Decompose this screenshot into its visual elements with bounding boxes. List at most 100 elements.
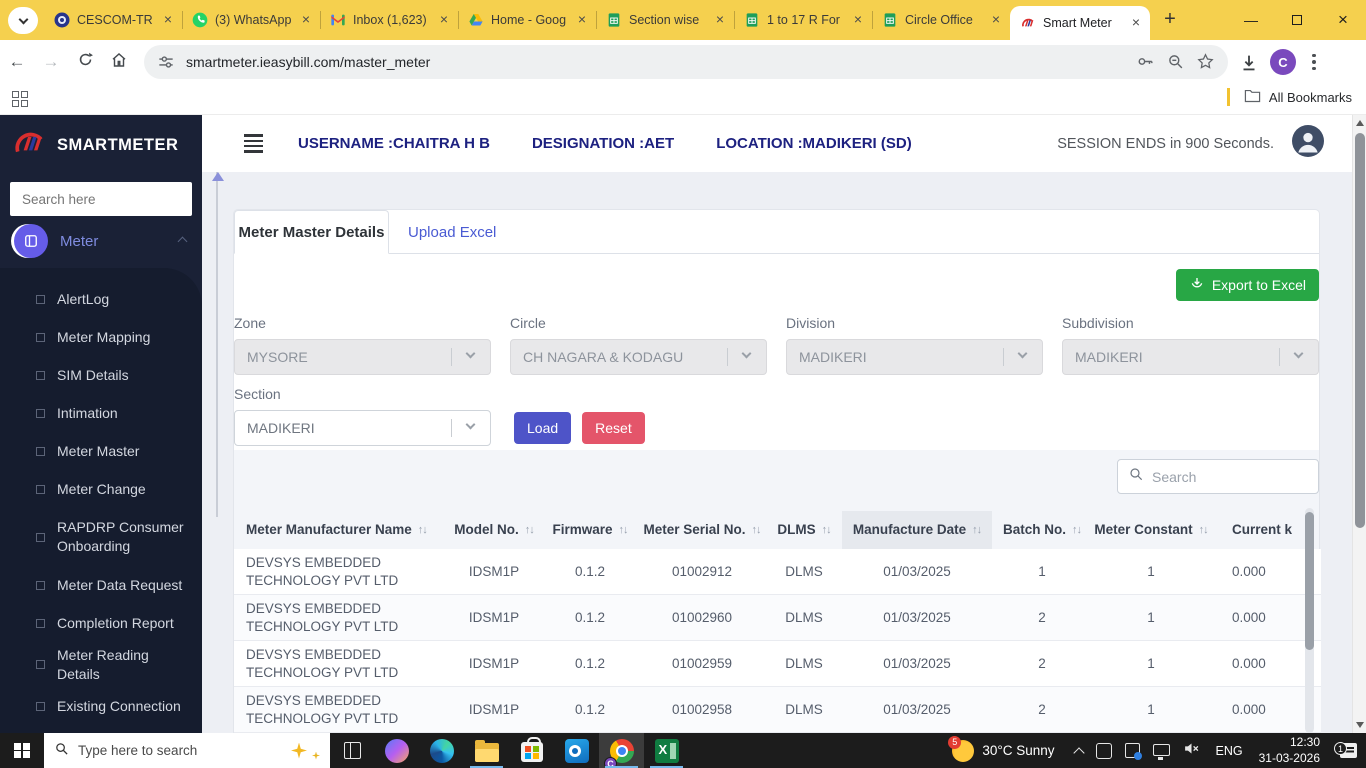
taskbar-search-box[interactable]: Type here to search <box>44 733 330 768</box>
device-icon[interactable] <box>1095 742 1112 759</box>
zone-select[interactable]: MYSORE <box>234 339 491 375</box>
sidebar-item-existing-connection[interactable]: Existing Connection <box>0 688 202 726</box>
taskbar-file-explorer[interactable] <box>464 733 509 768</box>
page-scrollbar[interactable] <box>1352 115 1366 733</box>
circle-select[interactable]: CH NAGARA & KODAGU <box>510 339 767 375</box>
bookmark-star-icon[interactable] <box>1196 52 1216 72</box>
column-header[interactable]: Manufacture Date ↑↓ <box>842 511 992 549</box>
column-header[interactable]: Meter Constant ↑↓ <box>1092 511 1210 549</box>
division-select[interactable]: MADIKERI <box>786 339 1043 375</box>
taskbar-outlook[interactable] <box>554 733 599 768</box>
browser-tab-smart-meter-active[interactable]: Smart Meter × <box>1010 6 1150 40</box>
tab-close-icon[interactable]: × <box>988 12 1004 28</box>
taskbar-copilot[interactable] <box>374 733 419 768</box>
maximize-button[interactable] <box>1274 12 1320 28</box>
sidebar-item-rapdrp-consumer-onboarding[interactable]: RAPDRP Consumer Onboarding <box>0 508 202 566</box>
file-explorer-icon <box>474 739 499 762</box>
address-bar[interactable]: smartmeter.ieasybill.com/master_meter <box>144 45 1228 79</box>
site-settings-icon[interactable] <box>156 52 176 72</box>
table-search-box[interactable] <box>1117 459 1333 494</box>
tab-close-icon[interactable]: × <box>160 12 176 28</box>
tab-search-button[interactable] <box>8 7 38 34</box>
network-icon[interactable] <box>1152 743 1170 760</box>
apps-grid-icon[interactable] <box>12 91 28 107</box>
sidebar-item-non-rapdrp-existing[interactable]: Non RAPDRP Existing <box>0 726 202 733</box>
home-button[interactable] <box>102 51 136 74</box>
tray-expand-icon[interactable] <box>1072 746 1085 759</box>
sidebar-item-meter-mapping[interactable]: Meter Mapping <box>0 318 202 356</box>
back-button[interactable]: ← <box>0 52 34 72</box>
reset-button[interactable]: Reset <box>582 412 645 444</box>
minimize-button[interactable]: — <box>1228 12 1274 28</box>
tab-upload-excel[interactable]: Upload Excel <box>408 210 496 254</box>
tab-close-icon[interactable]: × <box>436 12 452 28</box>
taskbar-excel[interactable] <box>644 733 689 768</box>
tab-close-icon[interactable]: × <box>574 12 590 28</box>
sidebar-item-intimation[interactable]: Intimation <box>0 394 202 432</box>
store-icon <box>520 736 543 762</box>
section-select[interactable]: MADIKERI <box>234 410 491 446</box>
hamburger-menu-icon[interactable] <box>244 134 263 153</box>
subdivision-select[interactable]: MADIKERI <box>1062 339 1319 375</box>
taskbar-chrome[interactable]: C <box>599 733 644 768</box>
column-header[interactable]: DLMS ↑↓ <box>766 511 842 549</box>
browser-tab-drive[interactable]: Home - Goog × <box>458 0 596 40</box>
taskbar-clock[interactable]: 12:30 31-03-2026 <box>1249 735 1330 766</box>
table-scrollbar-thumb[interactable] <box>1305 512 1314 650</box>
sidebar-item-meter-data-request[interactable]: Meter Data Request <box>0 566 202 604</box>
browser-tab-sheets-2[interactable]: 1 to 17 R For × <box>734 0 872 40</box>
scroll-down-arrow-icon[interactable] <box>1356 722 1364 728</box>
tab-close-icon[interactable]: × <box>712 12 728 28</box>
column-header[interactable]: Batch No. ↑↓ <box>992 511 1092 549</box>
new-tab-button[interactable]: + <box>1156 6 1184 34</box>
table-scrollbar[interactable] <box>1305 508 1314 733</box>
taskbar-edge[interactable] <box>419 733 464 768</box>
sidebar-item-meter-change[interactable]: Meter Change <box>0 470 202 508</box>
language-indicator[interactable]: ENG <box>1210 744 1249 758</box>
column-header[interactable]: Meter Manufacturer Name ↑↓ <box>234 511 446 549</box>
tab-close-icon[interactable]: × <box>298 12 314 28</box>
sidebar-item-completion-report[interactable]: Completion Report <box>0 604 202 642</box>
password-key-icon[interactable] <box>1136 52 1156 72</box>
header-designation: DESIGNATION :AET <box>531 135 675 152</box>
volume-muted-icon[interactable] <box>1183 740 1200 762</box>
taskbar-weather[interactable]: 5 30°C Sunny <box>942 735 1064 762</box>
meet-now-icon[interactable] <box>1124 743 1142 760</box>
browser-tab-cescom[interactable]: CESCOM-TRI × <box>44 0 182 40</box>
column-header[interactable]: Meter Serial No. ↑↓ <box>638 511 766 549</box>
browser-tab-sheets-3[interactable]: Circle Office × <box>872 0 1010 40</box>
load-button[interactable]: Load <box>514 412 572 444</box>
all-bookmarks-button[interactable]: All Bookmarks <box>1226 88 1352 106</box>
sidebar-item-sim-details[interactable]: SIM Details <box>0 356 202 394</box>
user-avatar[interactable] <box>1292 125 1324 162</box>
tab-meter-master-details[interactable]: Meter Master Details <box>234 210 389 254</box>
column-header[interactable]: Model No. ↑↓ <box>446 511 542 549</box>
start-button[interactable] <box>0 733 44 768</box>
sidebar-search-input[interactable] <box>10 182 192 216</box>
browser-tab-whatsapp[interactable]: (3) WhatsApp × <box>182 0 320 40</box>
forward-button[interactable]: → <box>34 52 68 72</box>
table-search-input[interactable] <box>1152 468 1333 485</box>
sidebar-item-meter-reading-details[interactable]: Meter Reading Details <box>0 642 202 688</box>
browser-tab-sheets-1[interactable]: Section wise × <box>596 0 734 40</box>
page-scrollbar-thumb[interactable] <box>1355 133 1365 528</box>
browser-tab-gmail[interactable]: Inbox (1,623) × <box>320 0 458 40</box>
sidebar-item-alertlog[interactable]: AlertLog <box>0 280 202 318</box>
zoom-icon[interactable] <box>1166 52 1186 72</box>
export-to-excel-button[interactable]: Export to Excel <box>1175 269 1319 301</box>
close-button[interactable]: × <box>1320 10 1366 30</box>
tab-close-icon[interactable]: × <box>1128 15 1144 31</box>
browser-menu-icon[interactable] <box>1302 53 1326 71</box>
browser-profile-avatar[interactable]: C <box>1270 49 1296 75</box>
inner-scrollbar[interactable] <box>212 172 224 517</box>
tab-close-icon[interactable]: × <box>850 12 866 28</box>
reload-button[interactable] <box>68 51 102 73</box>
task-view-button[interactable] <box>330 733 374 768</box>
sidebar-item-meter-master[interactable]: Meter Master <box>0 432 202 470</box>
download-icon[interactable] <box>1238 52 1264 72</box>
notification-center-button[interactable]: 1 <box>1330 742 1366 758</box>
sidebar-item-meter[interactable]: Meter <box>0 216 202 268</box>
taskbar-store[interactable] <box>509 733 554 768</box>
scroll-up-arrow-icon[interactable] <box>1356 120 1364 126</box>
column-header[interactable]: Firmware ↑↓ <box>542 511 638 549</box>
